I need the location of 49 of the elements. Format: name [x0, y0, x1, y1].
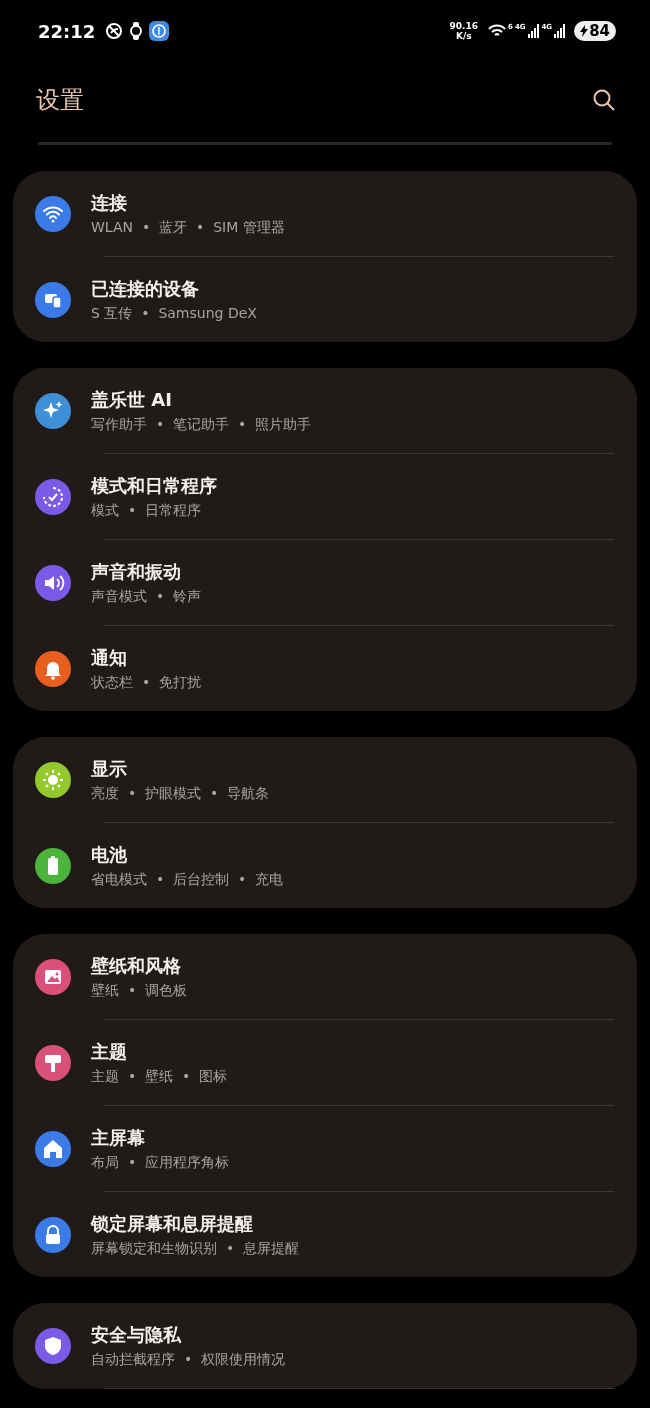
- settings-item[interactable]: 安全与隐私 自动拦截程序 • 权限使用情况: [13, 1303, 637, 1388]
- status-time: 22:12: [38, 20, 96, 42]
- settings-item[interactable]: 已连接的设备 S 互传 • Samsung DeX: [13, 257, 637, 342]
- item-subtitle: 写作助手 • 笔记助手 • 照片助手: [91, 415, 312, 434]
- item-title: 主题: [91, 1039, 128, 1064]
- net-speed-unit: K/s: [455, 31, 472, 41]
- item-subtitle: 壁纸 • 调色板: [91, 981, 188, 1000]
- item-subtitle: 状态栏 • 免打扰: [91, 673, 202, 692]
- settings-item[interactable]: 电池 省电模式 • 后台控制 • 充电: [13, 823, 637, 908]
- settings-item[interactable]: 连接 WLAN • 蓝牙 • SIM 管理器: [13, 171, 637, 256]
- page-title: 设置: [36, 85, 84, 116]
- settings-item[interactable]: 壁纸和风格 壁纸 • 调色板: [13, 934, 637, 1019]
- item-subtitle: 亮度 • 护眼模式 • 导航条: [91, 784, 270, 803]
- item-title: 安全与隐私: [91, 1322, 183, 1347]
- item-title: 显示: [91, 756, 128, 781]
- item-title: 声音和振动: [91, 559, 182, 584]
- item-subtitle: WLAN • 蓝牙 • SIM 管理器: [91, 218, 285, 237]
- item-subtitle: 自动拦截程序 • 权限使用情况: [91, 1350, 286, 1369]
- item-title: 连接: [91, 190, 128, 215]
- item-subtitle: 声音模式 • 铃声: [91, 587, 202, 606]
- settings-item[interactable]: 锁定屏幕和息屏提醒 屏幕锁定和生物识别 • 息屏提醒: [13, 1192, 637, 1277]
- settings-item[interactable]: 显示 亮度 • 护眼模式 • 导航条: [13, 737, 637, 822]
- item-title: 壁纸和风格: [91, 953, 182, 978]
- item-title: 通知: [91, 645, 128, 670]
- item-title: 主屏幕: [91, 1125, 146, 1150]
- settings-item[interactable]: 盖乐世 AI 写作助手 • 笔记助手 • 照片助手: [13, 368, 637, 453]
- signal-icon: [527, 24, 540, 38]
- item-subtitle: 布局 • 应用程序角标: [91, 1153, 230, 1172]
- signal-icon: [554, 24, 567, 38]
- item-subtitle: 模式 • 日常程序: [91, 501, 203, 520]
- item-title: 已连接的设备: [91, 276, 200, 301]
- net-speed: 90.16: [449, 21, 478, 31]
- item-title: 电池: [91, 842, 128, 867]
- item-title: 模式和日常程序: [91, 473, 217, 498]
- settings-item[interactable]: 主题 主题 • 壁纸 • 图标: [13, 1020, 637, 1105]
- item-subtitle: 主题 • 壁纸 • 图标: [91, 1067, 228, 1086]
- settings-item[interactable]: 模式和日常程序 模式 • 日常程序: [13, 454, 637, 539]
- item-subtitle: 屏幕锁定和生物识别 • 息屏提醒: [91, 1239, 300, 1258]
- watch-icon: [130, 22, 143, 40]
- settings-item[interactable]: 主屏幕 布局 • 应用程序角标: [13, 1106, 637, 1191]
- battery-indicator: 84: [574, 21, 616, 41]
- item-title: 锁定屏幕和息屏提醒: [91, 1211, 254, 1236]
- app-notification-icon: [149, 21, 170, 41]
- item-subtitle: S 互传 • Samsung DeX: [91, 304, 257, 323]
- item-subtitle: 省电模式 • 后台控制 • 充电: [91, 870, 284, 889]
- settings-item[interactable]: 通知 状态栏 • 免打扰: [13, 626, 637, 711]
- settings-item[interactable]: 声音和振动 声音模式 • 铃声: [13, 540, 637, 625]
- wifi-signal-icon: [488, 24, 506, 38]
- item-title: 盖乐世 AI: [91, 387, 173, 412]
